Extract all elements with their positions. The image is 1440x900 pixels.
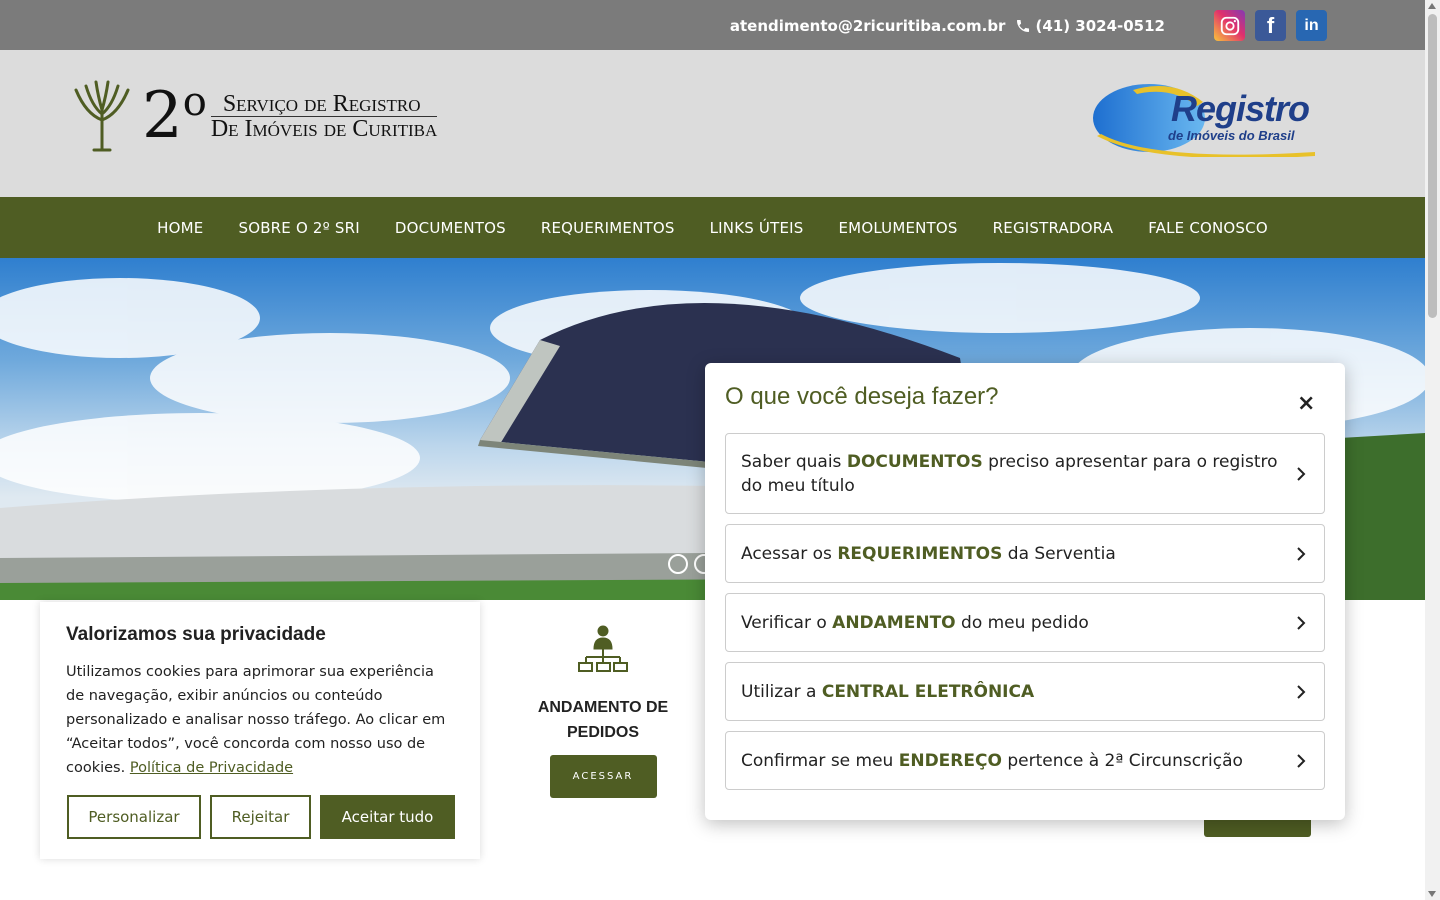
registro-imoveis-brasil-logo[interactable]: Registro de Imóveis do Brasil [1093,82,1318,157]
option-key: REQUERIMENTOS [837,543,1003,564]
option-documentos[interactable]: Saber quais DOCUMENTOS preciso apresenta… [725,433,1325,514]
rib-title: Registro [1171,88,1310,129]
cookie-banner: Valorizamos sua privacidade Utilizamos c… [40,602,480,859]
action-modal: O que você deseja fazer? × Saber quais D… [705,363,1345,820]
instagram-icon[interactable] [1214,10,1245,41]
acessar-button[interactable]: ACESSAR [549,755,657,798]
site-logo[interactable]: 2o Serviço de Registro De Imóveis de Cur… [72,80,438,152]
org-chart-icon [578,625,628,672]
option-text: Acessar os REQUERIMENTOS da Serventia [741,542,1116,566]
cookie-buttons: Personalizar Rejeitar Aceitar tudo [67,795,455,839]
scroll-down-icon[interactable] [1428,891,1436,897]
logo-digit: 2 [142,79,183,153]
nav-requerimentos[interactable]: REQUERIMENTOS [541,219,675,237]
option-endereco[interactable]: Confirmar se meu ENDEREÇO pertence à 2ª … [725,731,1325,790]
option-central-eletronica[interactable]: Utilizar a CENTRAL ELETRÔNICA [725,662,1325,721]
email-link[interactable]: atendimento@2ricuritiba.com.br [730,17,1006,35]
logo-number: 2o [142,82,207,148]
scroll-thumb[interactable] [1428,14,1437,318]
option-post: da Serventia [1002,543,1116,564]
phone-link[interactable]: (41) 3024-0512 [1015,17,1165,35]
logo-text: Serviço de Registro De Imóveis de Curiti… [210,92,438,142]
accept-all-button[interactable]: Aceitar tudo [320,795,455,839]
nav-registradora[interactable]: REGISTRADORA [993,219,1114,237]
nav-documentos[interactable]: DOCUMENTOS [395,219,506,237]
chevron-right-icon [1297,466,1306,481]
chevron-right-icon [1297,546,1306,561]
phone-icon [1017,20,1030,32]
option-text: Confirmar se meu ENDEREÇO pertence à 2ª … [741,749,1243,773]
chevron-right-icon [1297,684,1306,699]
chevron-right-icon [1297,615,1306,630]
site-header: 2o Serviço de Registro De Imóveis de Cur… [0,50,1425,197]
option-text: Verificar o ANDAMENTO do meu pedido [741,611,1089,635]
feature-andamento: ANDAMENTO DE PEDIDOS ACESSAR [530,625,676,798]
cookie-text: Utilizamos cookies para aprimorar sua ex… [66,660,454,780]
nav-emolumentos[interactable]: EMOLUMENTOS [839,219,958,237]
option-requerimentos[interactable]: Acessar os REQUERIMENTOS da Serventia [725,524,1325,583]
nav-home[interactable]: HOME [157,219,203,237]
customize-button[interactable]: Personalizar [67,795,201,839]
option-pre: Saber quais [741,451,847,472]
slider-dot[interactable] [668,554,688,574]
chevron-right-icon [1297,753,1306,768]
main-nav: HOME SOBRE O 2º SRI DOCUMENTOS REQUERIME… [0,197,1425,258]
contact-info: atendimento@2ricuritiba.com.br (41) 3024… [730,17,1165,35]
close-icon[interactable]: × [1297,391,1315,416]
phone-number: (41) 3024-0512 [1035,17,1165,35]
linkedin-icon[interactable]: in [1296,10,1327,41]
social-links: f in [1214,10,1327,41]
option-andamento[interactable]: Verificar o ANDAMENTO do meu pedido [725,593,1325,652]
option-post: pertence à 2ª Circunscrição [1001,750,1243,771]
logo-line-1: Serviço de Registro [210,92,438,117]
nav-sobre[interactable]: SOBRE O 2º SRI [238,219,359,237]
option-post: do meu pedido [955,612,1089,633]
cookie-title: Valorizamos sua privacidade [66,624,326,645]
option-text: Utilizar a CENTRAL ELETRÔNICA [741,680,1034,704]
option-pre: Acessar os [741,543,838,564]
logo-line-2: De Imóveis de Curitiba [210,115,438,142]
rib-subtitle: de Imóveis do Brasil [1168,128,1295,143]
modal-title: O que você deseja fazer? [725,383,999,410]
top-bar: atendimento@2ricuritiba.com.br (41) 3024… [0,0,1425,50]
option-pre: Verificar o [741,612,833,633]
option-pre: Utilizar a [741,681,822,702]
reject-button[interactable]: Rejeitar [210,795,311,839]
privacy-policy-link[interactable]: Política de Privacidade [130,760,293,776]
facebook-icon[interactable]: f [1255,10,1286,41]
nav-fale-conosco[interactable]: FALE CONOSCO [1148,219,1268,237]
feature-title: ANDAMENTO DE PEDIDOS [537,699,669,741]
option-pre: Confirmar se meu [741,750,899,771]
nav-links-uteis[interactable]: LINKS ÚTEIS [710,219,804,237]
option-key: DOCUMENTOS [846,451,983,472]
page-scrollbar[interactable] [1425,0,1440,900]
option-key: CENTRAL ELETRÔNICA [821,681,1035,702]
option-key: ANDAMENTO [832,612,956,633]
option-key: ENDEREÇO [898,750,1002,771]
option-text: Saber quais DOCUMENTOS preciso apresenta… [741,450,1284,498]
logo-ordinal: o [182,79,207,125]
araucaria-tree-icon [74,80,130,152]
scroll-up-icon[interactable] [1428,3,1436,9]
